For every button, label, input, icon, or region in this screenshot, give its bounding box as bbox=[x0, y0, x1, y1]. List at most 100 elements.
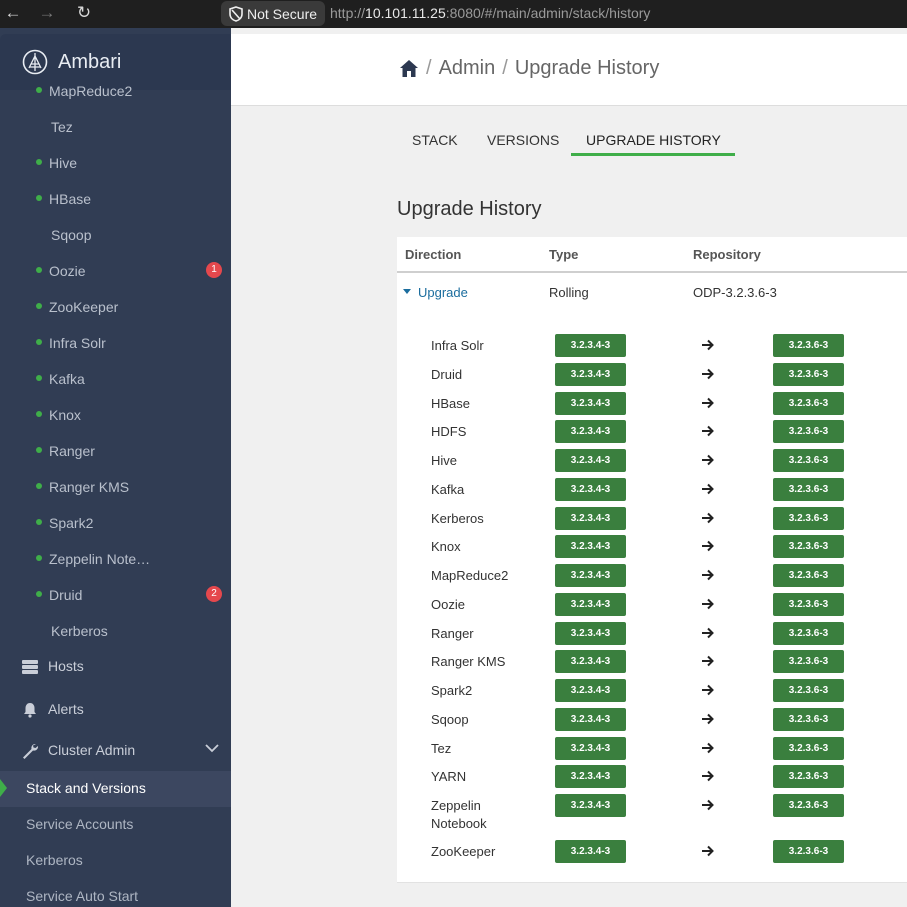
arrow-right-icon bbox=[702, 845, 714, 857]
ambari-logo-icon bbox=[22, 49, 48, 75]
url-scheme: http:// bbox=[330, 5, 366, 21]
to-version-badge: 3.2.3.6-3 bbox=[773, 477, 844, 501]
component-name: MapReduce2 bbox=[431, 568, 509, 583]
sidebar-item-service[interactable]: Knox bbox=[0, 398, 231, 434]
home-icon[interactable] bbox=[399, 59, 419, 78]
arrow-right-icon bbox=[702, 426, 714, 437]
arrow-right-icon bbox=[702, 713, 714, 724]
arrow-right-icon bbox=[702, 512, 714, 523]
upgrade-summary-row[interactable]: Upgrade Rolling ODP-3.2.3.6-3 bbox=[397, 273, 907, 311]
from-version-badge: 3.2.3.4-3 bbox=[555, 420, 626, 444]
security-indicator[interactable]: Not Secure bbox=[221, 1, 325, 26]
to-version-badge: 3.2.3.6-3 bbox=[773, 736, 844, 760]
component-name: Ranger KMS bbox=[431, 654, 506, 670]
arrow-right-icon bbox=[702, 771, 714, 782]
nav-cluster-admin[interactable]: Cluster Admin bbox=[0, 731, 231, 771]
to-version-badge: 3.2.3.6-3 bbox=[773, 621, 844, 645]
component-row: MapReduce2 3.2.3.4-3 3.2.3.6-3 bbox=[397, 564, 907, 590]
alert-count-badge[interactable]: 2 bbox=[206, 586, 222, 602]
to-version-badge: 3.2.3.6-3 bbox=[773, 592, 844, 616]
page-header: / Admin / Upgrade History bbox=[231, 34, 907, 106]
sidebar-item-service[interactable]: Oozie 1 bbox=[0, 254, 231, 290]
forward-arrow-icon[interactable]: → bbox=[38, 4, 56, 22]
tab-stack[interactable]: STACK bbox=[412, 124, 458, 156]
component-name: Ranger bbox=[431, 625, 474, 641]
column-header-direction: Direction bbox=[405, 247, 462, 262]
to-version-badge: 3.2.3.6-3 bbox=[773, 535, 844, 559]
from-version-badge: 3.2.3.4-3 bbox=[555, 650, 626, 674]
from-version-badge: 3.2.3.4-3 bbox=[555, 449, 626, 472]
nav-hosts[interactable]: Hosts bbox=[0, 647, 231, 687]
from-version-badge: 3.2.3.4-3 bbox=[555, 592, 626, 616]
nav-stack-and-versions[interactable]: Stack and Versions bbox=[0, 771, 231, 807]
column-header-type: Type bbox=[549, 247, 579, 262]
sidebar-item-service[interactable]: Ranger bbox=[0, 434, 231, 470]
breadcrumb: / Admin / Upgrade History bbox=[399, 57, 659, 80]
chevron-down-icon[interactable] bbox=[205, 743, 219, 753]
component-row: Tez 3.2.3.4-3 3.2.3.6-3 bbox=[397, 736, 907, 763]
component-name: HDFS bbox=[431, 424, 467, 440]
sidebar-item-label: Kerberos bbox=[51, 623, 108, 639]
component-name: Infra Solr bbox=[431, 338, 484, 353]
sidebar-item-service[interactable]: Tez bbox=[0, 110, 231, 146]
nav-alerts-label: Alerts bbox=[48, 701, 84, 717]
nav-alerts[interactable]: Alerts bbox=[0, 690, 231, 730]
tab-upgrade-history[interactable]: UPGRADE HISTORY bbox=[571, 124, 735, 156]
component-row: ZooKeeper 3.2.3.4-3 3.2.3.6-3 bbox=[397, 840, 907, 866]
status-dot-icon bbox=[36, 303, 42, 309]
nav-service-accounts[interactable]: Service Accounts bbox=[0, 807, 231, 843]
sidebar-item-service[interactable]: Zeppelin Note… bbox=[0, 542, 231, 578]
server-icon bbox=[22, 660, 38, 674]
from-version-badge: 3.2.3.4-3 bbox=[555, 794, 626, 817]
alert-count-badge[interactable]: 1 bbox=[206, 262, 222, 278]
to-version-badge: 3.2.3.6-3 bbox=[773, 650, 844, 674]
component-name: Tez bbox=[431, 740, 452, 756]
shield-warning-icon bbox=[229, 5, 243, 22]
breadcrumb-admin[interactable]: Admin bbox=[439, 57, 496, 80]
to-version-badge: 3.2.3.6-3 bbox=[773, 765, 844, 789]
nav-service-auto-start[interactable]: Service Auto Start bbox=[0, 879, 231, 907]
sidebar-item-service[interactable]: Hive bbox=[0, 146, 231, 182]
component-row: Oozie 3.2.3.4-3 3.2.3.6-3 bbox=[397, 592, 907, 619]
sidebar-item-label: MapReduce2 bbox=[49, 83, 133, 99]
upgrade-direction-link[interactable]: Upgrade bbox=[418, 285, 468, 300]
status-dot-icon bbox=[36, 339, 42, 345]
arrow-right-icon bbox=[702, 397, 714, 408]
status-dot-icon bbox=[36, 519, 42, 525]
reload-icon[interactable]: ↻ bbox=[75, 4, 93, 22]
status-dot-icon bbox=[36, 591, 42, 597]
sidebar-item-service[interactable]: Infra Solr bbox=[0, 326, 231, 362]
sidebar-item-service[interactable]: HBase bbox=[0, 182, 231, 218]
sidebar-item-label: Zeppelin Note… bbox=[49, 551, 151, 567]
sidebar-item-service[interactable]: MapReduce2 bbox=[0, 74, 231, 110]
from-version-badge: 3.2.3.4-3 bbox=[555, 679, 626, 702]
from-version-badge: 3.2.3.4-3 bbox=[555, 334, 626, 357]
component-name: Zeppelin Notebook bbox=[431, 798, 487, 831]
sidebar-item-label: Kafka bbox=[49, 371, 85, 387]
from-version-badge: 3.2.3.4-3 bbox=[555, 621, 626, 645]
tab-versions[interactable]: VERSIONS bbox=[487, 124, 559, 156]
back-arrow-icon[interactable]: ← bbox=[4, 4, 22, 22]
breadcrumb-separator: / bbox=[502, 57, 508, 79]
sidebar-item-service[interactable]: Sqoop bbox=[0, 218, 231, 254]
sidebar-item-label: Ranger bbox=[49, 443, 95, 459]
arrow-right-icon bbox=[702, 684, 714, 696]
component-name: Kafka bbox=[431, 481, 465, 497]
arrow-right-icon bbox=[702, 339, 714, 351]
from-version-badge: 3.2.3.4-3 bbox=[555, 765, 626, 789]
component-row: Sqoop 3.2.3.4-3 3.2.3.6-3 bbox=[397, 707, 907, 734]
address-bar[interactable]: http://10.101.11.25:8080/#/main/admin/st… bbox=[330, 5, 650, 21]
caret-down-icon[interactable] bbox=[403, 289, 411, 294]
sidebar-item-service[interactable]: Kafka bbox=[0, 362, 231, 398]
sidebar-item-service[interactable]: Druid 2 bbox=[0, 578, 231, 614]
from-version-badge: 3.2.3.4-3 bbox=[555, 535, 626, 559]
brand-name: Ambari bbox=[58, 50, 122, 73]
section-title: Upgrade History bbox=[397, 198, 542, 220]
sidebar-item-service[interactable]: ZooKeeper bbox=[0, 290, 231, 326]
status-dot-icon bbox=[36, 483, 42, 489]
nav-kerberos[interactable]: Kerberos bbox=[0, 843, 231, 879]
sidebar-item-service[interactable]: Spark2 bbox=[0, 506, 231, 542]
sidebar-item-service[interactable]: Kerberos bbox=[0, 614, 231, 650]
to-version-badge: 3.2.3.6-3 bbox=[773, 362, 844, 386]
sidebar-item-service[interactable]: Ranger KMS bbox=[0, 470, 231, 506]
